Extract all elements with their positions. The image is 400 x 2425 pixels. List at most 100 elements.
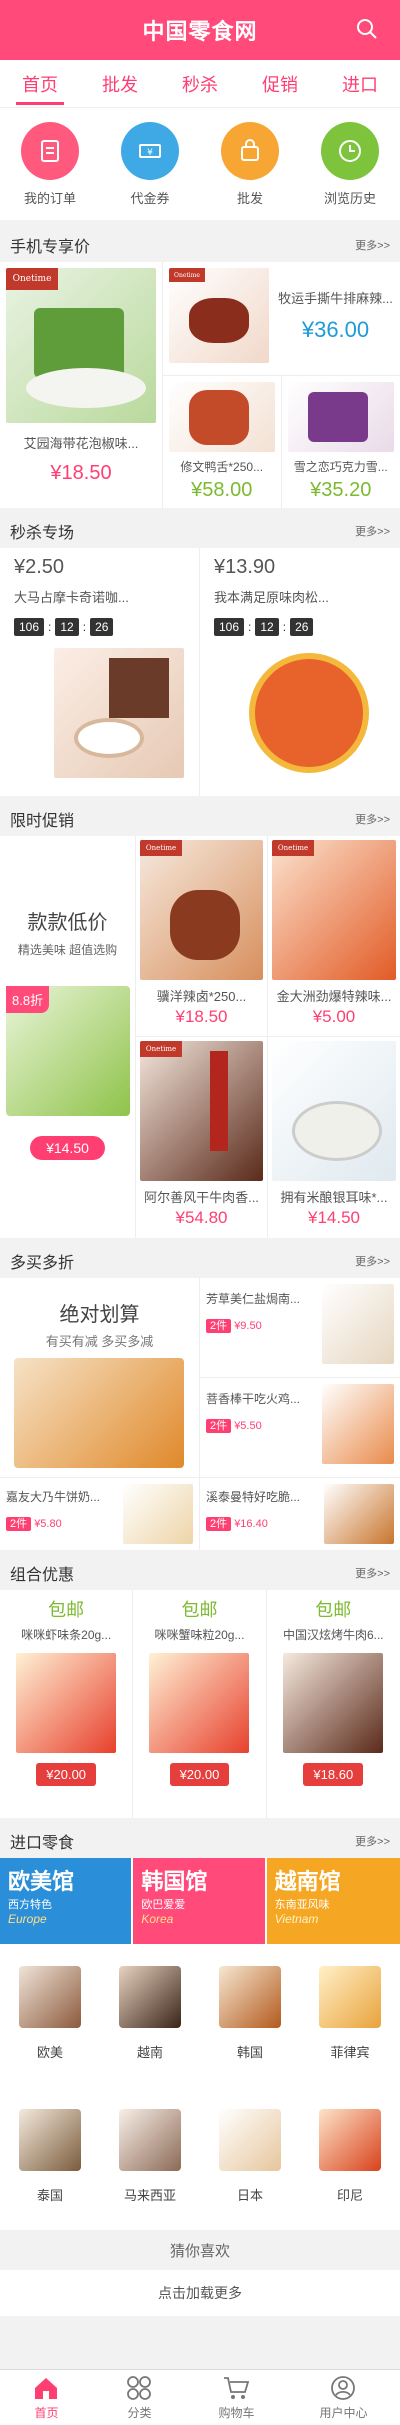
country-philippines[interactable]: 菲律宾 bbox=[300, 1944, 400, 2087]
more-link[interactable]: 更多>> bbox=[355, 237, 390, 253]
product-price: ¥5.80 bbox=[34, 1518, 62, 1530]
history-entry[interactable]: 浏览历史 bbox=[310, 121, 390, 207]
product-price: ¥16.40 bbox=[234, 1518, 268, 1530]
tab-home[interactable]: 首页 bbox=[16, 61, 64, 107]
tab-promotion[interactable]: 促销 bbox=[256, 61, 304, 107]
tab-flash-sale[interactable]: 秒杀 bbox=[176, 61, 224, 107]
multibuy-headline: 绝对划算 bbox=[59, 1304, 140, 1326]
product-card[interactable]: Onetime 艾园海带花泡椒味... ¥18.50 bbox=[0, 262, 163, 508]
quick-label: 浏览历史 bbox=[323, 190, 376, 206]
tab-imported[interactable]: 进口 bbox=[336, 61, 384, 107]
product-card[interactable]: 拥有米酿银耳味*... ¥14.50 bbox=[268, 1037, 400, 1238]
category-icon bbox=[127, 2375, 152, 2400]
product-image: Onetime bbox=[140, 840, 263, 980]
tabbar-cart[interactable]: 购物车 bbox=[218, 2375, 254, 2421]
brand-logo: Onetime bbox=[6, 268, 58, 290]
combo-price: ¥20.00 bbox=[169, 1763, 230, 1786]
product-card[interactable]: Onetime 阿尔善风干牛肉香... ¥54.80 bbox=[136, 1037, 268, 1238]
wholesale-entry[interactable]: 批发 bbox=[210, 121, 290, 207]
country-label: 欧美 bbox=[36, 2045, 63, 2060]
coupon-entry[interactable]: ¥ 代金券 bbox=[110, 121, 190, 207]
combo-card[interactable]: 包邮 咪咪蟹味粒20g... ¥20.00 bbox=[133, 1590, 267, 1818]
country-japan[interactable]: 日本 bbox=[200, 2087, 300, 2230]
combo-price: ¥18.60 bbox=[303, 1763, 364, 1786]
quick-entries: 我的订单 ¥ 代金券 批发 浏览历史 bbox=[0, 108, 400, 228]
product-image bbox=[322, 1384, 394, 1464]
product-name: 艾园海带花泡椒味... bbox=[23, 436, 139, 451]
section-title: 手机专享价 bbox=[10, 239, 91, 256]
product-name: 咪咪虾味条20g... bbox=[21, 1628, 112, 1642]
country-europe[interactable]: 欧美 bbox=[0, 1944, 100, 2087]
flash-item[interactable]: ¥13.90 我本满足原味肉松... 106: 12: 26 bbox=[200, 548, 400, 796]
tabbar-home[interactable]: 首页 bbox=[32, 2375, 60, 2421]
flash-item[interactable]: ¥2.50 大马占摩卡奇诺咖... 106: 12: 26 bbox=[0, 548, 200, 796]
product-name: 骥洋辣卤*250... bbox=[156, 989, 247, 1004]
home-icon bbox=[35, 2377, 58, 2399]
banner-title: 韩国馆 bbox=[141, 1869, 208, 1894]
banner-subtitle: 欧巴爱爱 bbox=[141, 1899, 186, 1911]
search-icon[interactable] bbox=[356, 18, 378, 40]
product-card[interactable]: 嘉友大乃牛饼奶... 2件 ¥5.80 bbox=[0, 1478, 200, 1550]
europe-banner[interactable]: 欧美馆 西方特色 Europe bbox=[0, 1858, 134, 1944]
product-card[interactable]: 溪泰曼特好吃脆... 2件 ¥16.40 bbox=[200, 1478, 400, 1550]
my-orders-entry[interactable]: 我的订单 bbox=[10, 121, 90, 207]
tab-wholesale[interactable]: 批发 bbox=[96, 61, 144, 107]
multibuy-banner[interactable]: 绝对划算 有买有减 多买多减 bbox=[0, 1278, 200, 1477]
product-card[interactable]: 雪之恋巧克力雪... ¥35.20 bbox=[282, 376, 400, 508]
order-icon bbox=[21, 121, 79, 180]
more-link[interactable]: 更多>> bbox=[355, 811, 390, 827]
product-image bbox=[319, 2109, 381, 2171]
brand-logo: Onetime bbox=[169, 268, 205, 282]
product-image bbox=[123, 1484, 193, 1544]
promo-banner[interactable]: 款款低价 精选美味 超值选购 8.8折 ¥14.50 bbox=[0, 836, 136, 1238]
section-header-combo: 组合优惠 更多>> bbox=[0, 1556, 400, 1590]
korea-banner[interactable]: 韩国馆 欧巴爱爱 Korea bbox=[133, 1858, 267, 1944]
product-card[interactable]: 修文鸭舌*250... ¥58.00 bbox=[163, 376, 282, 508]
product-price: ¥9.50 bbox=[234, 1320, 262, 1332]
section-title: 多买多折 bbox=[10, 1255, 75, 1272]
country-label: 菲律宾 bbox=[330, 2045, 370, 2060]
product-image: Onetime bbox=[169, 268, 269, 363]
section-header-multibuy: 多买多折 更多>> bbox=[0, 1244, 400, 1278]
product-card[interactable]: 芳草美仁盐焗南... 2件 ¥9.50 bbox=[200, 1278, 400, 1378]
country-malaysia[interactable]: 马来西亚 bbox=[100, 2087, 200, 2230]
quantity-tag: 2件 bbox=[206, 1419, 232, 1433]
vietnam-banner[interactable]: 越南馆 东南亚风味 Vietnam bbox=[266, 1858, 400, 1944]
product-name: 拥有米酿银耳味*... bbox=[280, 1190, 388, 1205]
countdown-timer: 106: 12: 26 bbox=[14, 618, 185, 636]
product-price: ¥35.20 bbox=[310, 479, 372, 501]
quick-label: 代金券 bbox=[130, 190, 170, 206]
country-label: 韩国 bbox=[236, 2045, 263, 2060]
product-card[interactable]: Onetime 金大洲劲爆特辣味... ¥5.00 bbox=[268, 836, 400, 1037]
banner-english: Vietnam bbox=[274, 1912, 319, 1926]
more-link[interactable]: 更多>> bbox=[355, 1565, 390, 1581]
country-thailand[interactable]: 泰国 bbox=[0, 2087, 100, 2230]
tabbar-user[interactable]: 用户中心 bbox=[319, 2375, 367, 2421]
section-header-flash: 秒杀专场 更多>> bbox=[0, 514, 400, 548]
product-price: ¥36.00 bbox=[301, 317, 370, 342]
country-korea[interactable]: 韩国 bbox=[200, 1944, 300, 2087]
product-image bbox=[287, 382, 394, 452]
more-link[interactable]: 更多>> bbox=[355, 523, 390, 539]
product-price: ¥14.50 bbox=[308, 1208, 360, 1227]
country-vietnam[interactable]: 越南 bbox=[100, 1944, 200, 2087]
combo-card[interactable]: 包邮 中国汉炫烤牛肉6... ¥18.60 bbox=[267, 1590, 400, 1818]
load-more-button[interactable]: 点击加载更多 bbox=[0, 2270, 400, 2316]
quantity-tag: 2件 bbox=[206, 1517, 232, 1531]
banner-english: Europe bbox=[8, 1912, 47, 1926]
product-card[interactable]: Onetime 骥洋辣卤*250... ¥18.50 bbox=[136, 836, 268, 1037]
more-link[interactable]: 更多>> bbox=[355, 1833, 390, 1849]
country-label: 日本 bbox=[236, 2188, 263, 2203]
tabbar-category[interactable]: 分类 bbox=[125, 2375, 153, 2421]
product-image bbox=[16, 1653, 117, 1753]
bag-icon bbox=[221, 121, 279, 180]
product-card[interactable]: 菩香棒干吃火鸡... 2件 ¥5.50 bbox=[200, 1378, 400, 1477]
product-image bbox=[169, 382, 275, 452]
product-card[interactable]: Onetime 牧运手撕牛排麻辣... ¥36.00 bbox=[163, 262, 400, 376]
country-indonesia[interactable]: 印尼 bbox=[300, 2087, 400, 2230]
product-image bbox=[319, 1966, 381, 2028]
more-link[interactable]: 更多>> bbox=[355, 1253, 390, 1269]
combo-card[interactable]: 包邮 咪咪虾味条20g... ¥20.00 bbox=[0, 1590, 134, 1818]
svg-text:¥: ¥ bbox=[147, 148, 153, 158]
free-shipping-tag: 包邮 bbox=[48, 1600, 85, 1620]
